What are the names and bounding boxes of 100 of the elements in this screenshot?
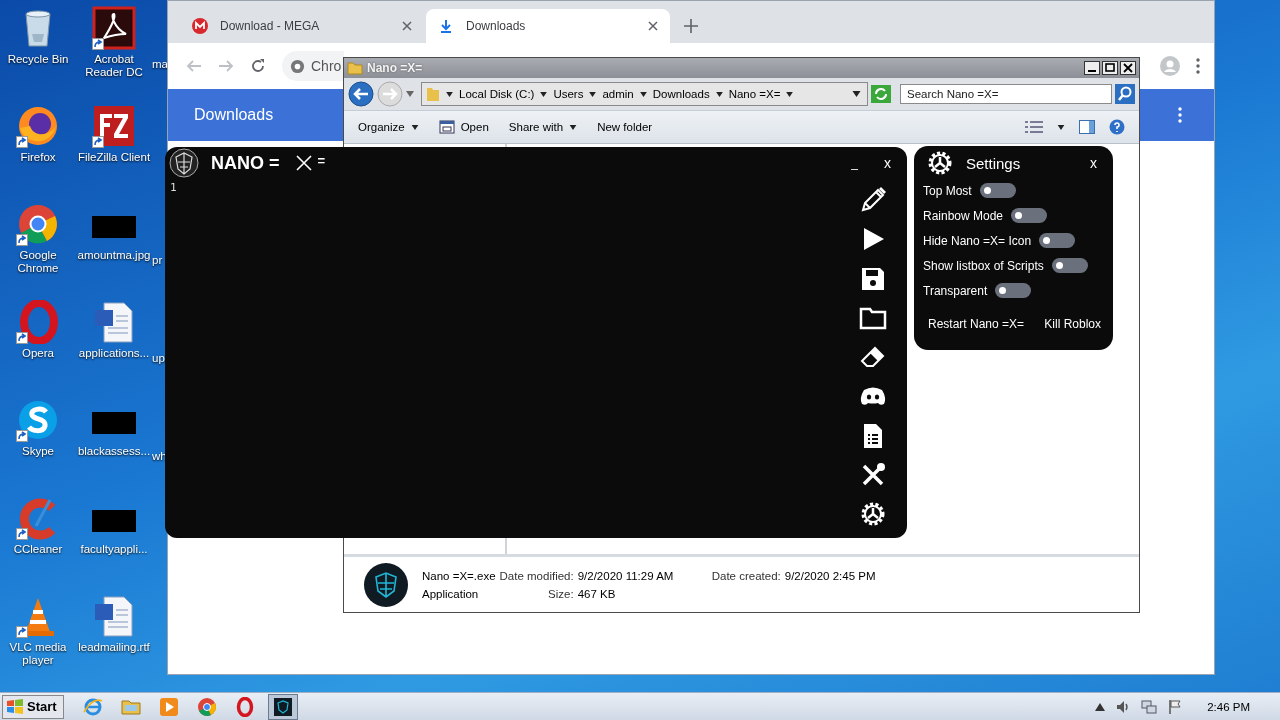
detail-value: 9/2/2020 2:45 PM bbox=[784, 569, 876, 582]
caret-icon[interactable] bbox=[786, 91, 794, 97]
detail-label: Date created: bbox=[711, 569, 781, 582]
pdf-app-icon[interactable] bbox=[92, 6, 136, 50]
detail-value: 9/2/2020 11:29 AM bbox=[577, 569, 675, 582]
download-icon bbox=[438, 18, 454, 34]
folder-icon bbox=[426, 86, 440, 102]
toggle-label: Rainbow Mode bbox=[923, 208, 1004, 223]
refresh-icon[interactable] bbox=[871, 85, 891, 103]
desktop-icon-label[interactable]: Opera bbox=[22, 347, 54, 360]
search-field[interactable]: Search Nano =X= bbox=[900, 84, 1112, 104]
toolbar-button[interactable]: New folder bbox=[591, 119, 659, 135]
search-icon[interactable] bbox=[1115, 84, 1135, 104]
toolbar-button[interactable]: Open bbox=[432, 117, 495, 137]
file-name: Nano =X=.exe bbox=[422, 569, 496, 582]
start-button[interactable]: Start bbox=[2, 694, 64, 719]
maximize-icon[interactable] bbox=[1102, 61, 1118, 75]
caret-icon[interactable] bbox=[715, 91, 723, 97]
app-title: = bbox=[317, 152, 326, 168]
caret-icon[interactable] bbox=[446, 91, 453, 97]
reload-icon[interactable] bbox=[250, 58, 266, 74]
desktop-icon-label[interactable]: FileZilla Client bbox=[77, 151, 151, 164]
desktop-icon-label[interactable]: leadmailing.rtf bbox=[78, 641, 150, 654]
desktop-icon-label[interactable]: pr bbox=[152, 254, 163, 267]
close-button[interactable]: x bbox=[878, 155, 897, 171]
caret-icon[interactable] bbox=[1057, 124, 1065, 130]
breadcrumb-item[interactable]: admin bbox=[602, 88, 634, 100]
close-button[interactable]: x bbox=[1084, 155, 1103, 171]
window-icon bbox=[438, 119, 455, 135]
page-title: Downloads bbox=[194, 106, 274, 124]
minimize-button[interactable]: _ bbox=[845, 156, 864, 170]
document-icon[interactable] bbox=[92, 594, 136, 638]
toggle-switch[interactable] bbox=[1051, 258, 1088, 273]
network-icon[interactable] bbox=[1141, 698, 1158, 715]
close-icon[interactable] bbox=[648, 21, 658, 31]
toggle-label: Transparent bbox=[923, 283, 988, 298]
browser-tab[interactable]: Downloads bbox=[426, 9, 670, 43]
pencil-icon[interactable] bbox=[859, 186, 887, 214]
help-icon[interactable] bbox=[1109, 119, 1125, 135]
desktop-icon-label[interactable]: Recycle Bin bbox=[7, 53, 69, 66]
action-button[interactable]: Kill Roblox bbox=[1044, 317, 1101, 331]
media-player-icon bbox=[158, 696, 179, 717]
preview-pane-icon[interactable] bbox=[1079, 120, 1095, 134]
code-editor[interactable]: 1 bbox=[165, 178, 849, 538]
cross-mark-icon bbox=[295, 155, 312, 171]
toggle-switch[interactable] bbox=[979, 183, 1016, 198]
address-bar[interactable]: Chro bbox=[282, 51, 344, 81]
toolbar-button[interactable]: Share with bbox=[502, 119, 584, 135]
new-tab-icon[interactable] bbox=[684, 19, 698, 33]
address-bar[interactable]: Local Disk (C:) Users admin Downloads Nano =X= bbox=[421, 82, 868, 106]
menu-icon[interactable] bbox=[1196, 58, 1200, 74]
ftp-app-icon[interactable] bbox=[92, 104, 136, 148]
breadcrumb-item[interactable]: Downloads bbox=[652, 88, 710, 100]
caret-icon[interactable] bbox=[852, 91, 861, 97]
toolbar-button[interactable]: Organize bbox=[352, 119, 425, 135]
desktop-icon-label[interactable]: facultyappli... bbox=[80, 543, 148, 556]
windows-flag-icon bbox=[6, 697, 24, 716]
menu-icon[interactable] bbox=[1178, 107, 1182, 123]
opera-icon bbox=[234, 696, 255, 717]
flag-icon[interactable] bbox=[1167, 698, 1184, 715]
mega-icon bbox=[192, 18, 208, 34]
detail-label: Date modified: bbox=[499, 569, 574, 582]
desktop-icon-label[interactable]: Skype bbox=[22, 445, 54, 458]
minimize-icon[interactable] bbox=[1084, 61, 1100, 75]
caret-icon bbox=[410, 124, 419, 130]
desktop-icon-label[interactable]: Firefox bbox=[20, 151, 56, 164]
window-title: Nano =X= bbox=[367, 61, 423, 75]
breadcrumb-item[interactable]: Local Disk (C:) bbox=[459, 88, 535, 100]
desktop-icon-label[interactable]: amountma.jpg bbox=[77, 249, 151, 262]
desktop-icon-label[interactable]: VLC media player bbox=[1, 641, 75, 667]
desktop-icon-label[interactable]: wh bbox=[152, 450, 167, 463]
desktop-icon-label[interactable]: Google Chrome bbox=[1, 249, 75, 275]
breadcrumb-item[interactable]: Users bbox=[553, 88, 584, 100]
desktop-icon-label[interactable]: applications... bbox=[78, 347, 150, 360]
taskbar-button[interactable] bbox=[267, 693, 298, 720]
close-icon[interactable] bbox=[1120, 61, 1136, 75]
caret-icon[interactable] bbox=[1095, 702, 1106, 711]
caret-icon[interactable] bbox=[540, 91, 548, 97]
desktop-icon-label[interactable]: blackassess... bbox=[77, 445, 151, 458]
caret-icon[interactable] bbox=[639, 91, 647, 97]
app-logo-icon bbox=[272, 696, 293, 717]
action-button[interactable]: Restart Nano =X= bbox=[928, 317, 1025, 331]
clock[interactable]: 2:46 PM bbox=[1207, 700, 1250, 713]
desktop-icon-label[interactable]: ma bbox=[152, 58, 168, 71]
desktop-icon-label[interactable]: up bbox=[152, 352, 165, 365]
toggle-switch[interactable] bbox=[995, 283, 1032, 298]
toggle-switch[interactable] bbox=[1011, 208, 1048, 223]
toggle-switch[interactable] bbox=[1039, 233, 1076, 248]
caret-icon[interactable] bbox=[589, 91, 597, 97]
breadcrumb-item[interactable]: Nano =X= bbox=[728, 88, 781, 100]
desktop-icon-label[interactable]: Acrobat Reader DC bbox=[77, 53, 151, 79]
view-list-icon[interactable] bbox=[1025, 120, 1043, 134]
settings-icon[interactable] bbox=[859, 500, 887, 528]
fox-globe-icon[interactable] bbox=[16, 104, 60, 148]
document-icon[interactable] bbox=[92, 300, 136, 344]
browser-tab[interactable]: Download - MEGA bbox=[180, 9, 424, 43]
desktop-icon-label[interactable]: CCleaner bbox=[13, 543, 63, 556]
skype-icon[interactable] bbox=[16, 398, 60, 442]
settings-icon bbox=[926, 149, 954, 177]
caret-icon bbox=[569, 124, 578, 130]
